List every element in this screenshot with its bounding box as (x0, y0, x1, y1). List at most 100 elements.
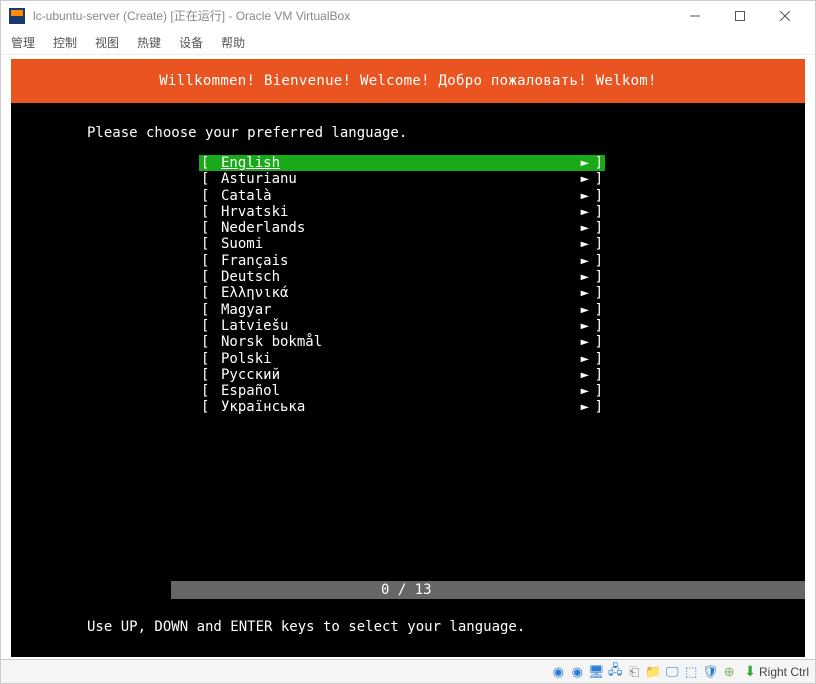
bracket-right: ] (589, 285, 605, 301)
language-label: Latviešu (221, 318, 559, 334)
menu-help[interactable]: 帮助 (221, 34, 245, 51)
bracket-left: [ (199, 285, 221, 301)
progress-bar-area: 0 / 13 (11, 581, 805, 599)
arrow-right-icon: ► (559, 204, 589, 220)
language-label: Français (221, 253, 559, 269)
bracket-left: [ (199, 236, 221, 252)
bracket-left: [ (199, 318, 221, 334)
arrow-right-icon: ► (559, 253, 589, 269)
menu-manage[interactable]: 管理 (11, 34, 35, 51)
language-option[interactable]: [ Suomi► ] (199, 236, 605, 252)
host-key-label: Right Ctrl (759, 665, 809, 679)
language-option[interactable]: [ Polski► ] (199, 351, 605, 367)
language-option[interactable]: [ Norsk bokmål► ] (199, 334, 605, 350)
language-option[interactable]: [ English► ] (199, 155, 605, 171)
language-option[interactable]: [ Français► ] (199, 253, 605, 269)
language-option[interactable]: [ Català► ] (199, 188, 605, 204)
arrow-right-icon: ► (559, 318, 589, 334)
language-label: Español (221, 383, 559, 399)
shared-folder-icon[interactable]: 📁 (645, 664, 661, 680)
language-label: Nederlands (221, 220, 559, 236)
bracket-right: ] (589, 220, 605, 236)
language-option[interactable]: [ Hrvatski► ] (199, 204, 605, 220)
window-titlebar: lc-ubuntu-server (Create) [正在运行] - Oracl… (1, 1, 815, 31)
bracket-left: [ (199, 253, 221, 269)
audio-icon[interactable]: 🖥 (588, 664, 604, 680)
bracket-left: [ (199, 399, 221, 415)
bracket-left: [ (199, 351, 221, 367)
network-icon[interactable]: 🖧 (607, 664, 623, 680)
bracket-left: [ (199, 204, 221, 220)
help-text: Use UP, DOWN and ENTER keys to select yo… (87, 619, 525, 635)
bracket-right: ] (589, 269, 605, 285)
arrow-right-icon: ► (559, 236, 589, 252)
bracket-left: [ (199, 367, 221, 383)
language-option[interactable]: [ Deutsch► ] (199, 269, 605, 285)
vm-display[interactable]: Willkommen! Bienvenue! Welcome! Добро по… (11, 59, 805, 657)
bracket-right: ] (589, 383, 605, 399)
language-label: Українська (221, 399, 559, 415)
optical-disk-icon[interactable]: ◉ (569, 664, 585, 680)
bracket-left: [ (199, 334, 221, 350)
language-option[interactable]: [ Nederlands► ] (199, 220, 605, 236)
bracket-left: [ (199, 269, 221, 285)
status-icon-extra[interactable]: 🛡 (702, 664, 718, 680)
host-key-indicator[interactable]: ⬇ Right Ctrl (744, 663, 809, 680)
window-controls (672, 2, 807, 30)
hard-disk-icon[interactable]: ◉ (550, 664, 566, 680)
bracket-right: ] (589, 318, 605, 334)
language-option[interactable]: [ Asturianu► ] (199, 171, 605, 187)
bracket-right: ] (589, 188, 605, 204)
bracket-left: [ (199, 171, 221, 187)
maximize-button[interactable] (717, 2, 762, 30)
arrow-right-icon: ► (559, 302, 589, 318)
menu-devices[interactable]: 设备 (179, 34, 203, 51)
window-title: lc-ubuntu-server (Create) [正在运行] - Oracl… (33, 7, 672, 24)
bracket-right: ] (589, 236, 605, 252)
language-label: English (221, 155, 559, 171)
mouse-integration-icon[interactable]: ⊕ (721, 664, 737, 680)
host-key-arrow-icon: ⬇ (744, 663, 756, 680)
virtualbox-icon (9, 8, 25, 24)
bracket-right: ] (589, 334, 605, 350)
arrow-right-icon: ► (559, 383, 589, 399)
menu-view[interactable]: 视图 (95, 34, 119, 51)
language-label: Deutsch (221, 269, 559, 285)
bracket-left: [ (199, 220, 221, 236)
bracket-right: ] (589, 155, 605, 171)
language-label: Norsk bokmål (221, 334, 559, 350)
menu-control[interactable]: 控制 (53, 34, 77, 51)
welcome-banner: Willkommen! Bienvenue! Welcome! Добро по… (11, 59, 805, 103)
minimize-button[interactable] (672, 2, 717, 30)
display-icon[interactable]: 🖵 (664, 664, 680, 680)
menu-bar: 管理 控制 视图 热键 设备 帮助 (1, 31, 815, 55)
arrow-right-icon: ► (559, 155, 589, 171)
language-list: [ English► ][ Asturianu► ][ Català► ][ H… (199, 155, 605, 416)
language-option[interactable]: [ Español► ] (199, 383, 605, 399)
recording-icon[interactable]: ⬚ (683, 664, 699, 680)
usb-icon[interactable]: ⎗ (626, 664, 642, 680)
arrow-right-icon: ► (559, 171, 589, 187)
arrow-right-icon: ► (559, 351, 589, 367)
language-option[interactable]: [ Русский► ] (199, 367, 605, 383)
language-label: Hrvatski (221, 204, 559, 220)
language-label: Magyar (221, 302, 559, 318)
language-option[interactable]: [ Ελληνικά► ] (199, 285, 605, 301)
progress-indicator: 0 / 13 (171, 581, 805, 599)
language-option[interactable]: [ Latviešu► ] (199, 318, 605, 334)
bracket-left: [ (199, 383, 221, 399)
language-option[interactable]: [ Magyar► ] (199, 302, 605, 318)
language-option[interactable]: [ Українська► ] (199, 399, 605, 415)
arrow-right-icon: ► (559, 188, 589, 204)
menu-hotkeys[interactable]: 热键 (137, 34, 161, 51)
language-label: Suomi (221, 236, 559, 252)
arrow-right-icon: ► (559, 269, 589, 285)
arrow-right-icon: ► (559, 285, 589, 301)
language-prompt: Please choose your preferred language. (11, 103, 805, 151)
language-label: Asturianu (221, 171, 559, 187)
bracket-right: ] (589, 302, 605, 318)
arrow-right-icon: ► (559, 334, 589, 350)
close-button[interactable] (762, 2, 807, 30)
arrow-right-icon: ► (559, 399, 589, 415)
bracket-right: ] (589, 399, 605, 415)
